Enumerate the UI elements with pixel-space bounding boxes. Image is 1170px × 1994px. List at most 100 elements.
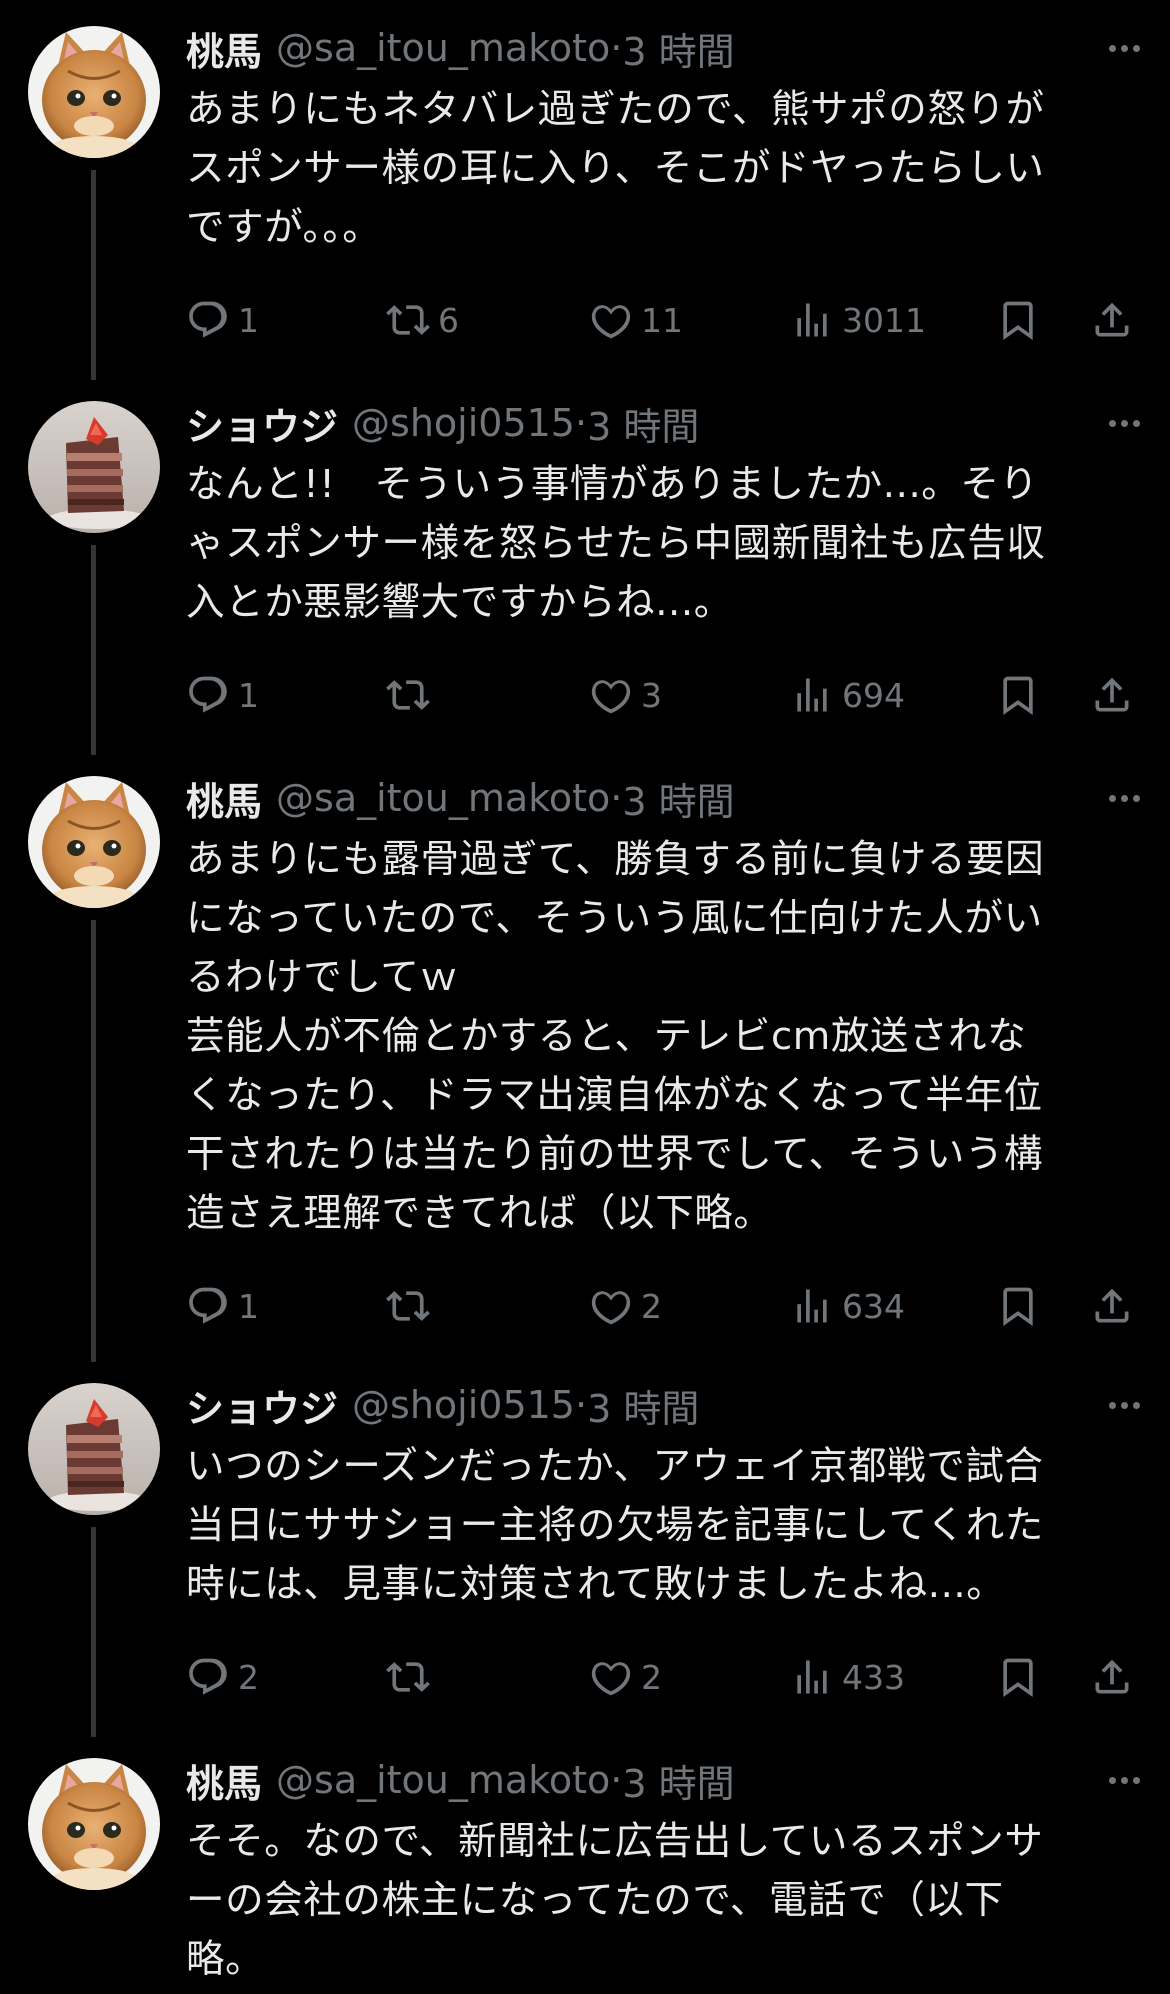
cake-avatar[interactable] [28, 401, 160, 533]
timestamp[interactable]: 3 時間 [587, 396, 699, 451]
display-name[interactable]: ショウジ [186, 1378, 338, 1433]
reply-icon [186, 1655, 230, 1699]
tweet[interactable]: 桃馬 @sa_itou_makoto · 3 時間 あまりにもネタバレ過ぎたので、熊サポ… [0, 20, 1170, 380]
reply-button[interactable]: 1 [186, 292, 259, 348]
thread-line [91, 545, 96, 755]
tweet-actions: 1 2 634 [186, 1278, 1129, 1334]
views-button[interactable]: 3011 [790, 292, 926, 348]
reply-icon [186, 1284, 230, 1328]
tweet[interactable]: 桃馬 @sa_itou_makoto · 3 時間 そそ。なので、新聞社に広告出している… [0, 1752, 1170, 1989]
like-count: 3 [641, 675, 662, 715]
tweet-text-line: 当日にササショー主将の欠場を記事にしてくれた [186, 1503, 1044, 1548]
tweet-text-line: 入とか悪影響大ですからね...。 [186, 580, 733, 625]
retweet-icon [386, 673, 430, 717]
timestamp[interactable]: 3 時間 [622, 21, 734, 76]
reply-count: 2 [238, 1657, 259, 1697]
display-name[interactable]: 桃馬 [186, 771, 262, 826]
tweet-text-line: ーの会社の株主になってたので、電話で（以下 [186, 1878, 1004, 1923]
separator-dot: · [610, 776, 623, 820]
tweet[interactable]: ショウジ @shoji0515 · 3 時間 いつのシーズンだったか、アウェイ京都戦で試… [0, 1377, 1170, 1737]
user-handle[interactable]: @shoji0515 [352, 401, 575, 445]
bookmark-button[interactable] [996, 1278, 1040, 1334]
like-button[interactable]: 3 [589, 667, 662, 723]
tweet-header: 桃馬 @sa_itou_makoto · 3 時間 [186, 1752, 735, 1808]
retweet-button[interactable]: 6 [386, 292, 459, 348]
timestamp[interactable]: 3 時間 [587, 1378, 699, 1433]
user-handle[interactable]: @shoji0515 [352, 1383, 575, 1427]
bookmark-button[interactable] [996, 1649, 1040, 1705]
tweet-text: なんと!! そういう事情がありましたか...。そり ゃスポンサー様を怒らせたら中國… [186, 455, 1126, 632]
timestamp[interactable]: 3 時間 [622, 771, 734, 826]
share-button[interactable] [1090, 292, 1134, 348]
user-handle[interactable]: @sa_itou_makoto [276, 26, 610, 70]
display-name[interactable]: ショウジ [186, 396, 338, 451]
bookmark-icon [996, 673, 1040, 717]
more-options-icon[interactable] [1104, 20, 1140, 76]
bookmark-button[interactable] [996, 292, 1040, 348]
share-icon [1090, 1655, 1134, 1699]
heart-icon [589, 1655, 633, 1699]
more-options-icon[interactable] [1104, 395, 1140, 451]
tweet-text-line: ゃスポンサー様を怒らせたら中國新聞社も広告収 [186, 521, 1046, 566]
separator-dot: · [574, 401, 588, 445]
like-button[interactable]: 2 [589, 1278, 662, 1334]
retweet-button[interactable] [386, 1278, 430, 1334]
views-count: 3011 [842, 300, 926, 340]
display-name[interactable]: 桃馬 [186, 1753, 262, 1808]
share-button[interactable] [1090, 667, 1134, 723]
tweet-text-line: なんと!! そういう事情がありましたか...。そり [186, 462, 1039, 507]
reply-icon [186, 298, 230, 342]
more-options-icon[interactable] [1104, 1377, 1140, 1433]
reply-button[interactable]: 1 [186, 1278, 259, 1334]
tweet-text-line: になっていたので、そういう風に仕向けた人がい [186, 896, 1043, 941]
display-name[interactable]: 桃馬 [186, 21, 262, 76]
share-button[interactable] [1090, 1278, 1134, 1334]
thread-line [91, 1527, 96, 1737]
more-options-icon[interactable] [1104, 770, 1140, 826]
thread-line [91, 920, 96, 1362]
share-button[interactable] [1090, 1649, 1134, 1705]
views-count: 694 [842, 675, 905, 715]
bookmark-button[interactable] [996, 667, 1040, 723]
retweet-icon [386, 1284, 430, 1328]
separator-dot: · [574, 1383, 588, 1427]
share-icon [1090, 673, 1134, 717]
tweet-text-line: いつのシーズンだったか、アウェイ京都戦で試合 [186, 1444, 1044, 1489]
tweet-header: ショウジ @shoji0515 · 3 時間 [186, 395, 699, 451]
cat-avatar[interactable] [28, 1758, 160, 1890]
bookmark-icon [996, 1655, 1040, 1699]
tweet[interactable]: 桃馬 @sa_itou_makoto · 3 時間 あまりにも露骨過ぎて、勝負する前に負… [0, 770, 1170, 1362]
share-icon [1090, 1284, 1134, 1328]
reply-button[interactable]: 2 [186, 1649, 259, 1705]
tweet-text: いつのシーズンだったか、アウェイ京都戦で試合 当日にササショー主将の欠場を記事にし… [186, 1437, 1126, 1614]
heart-icon [589, 298, 633, 342]
cat-avatar[interactable] [28, 776, 160, 908]
analytics-icon [790, 673, 834, 717]
tweet-text-line: あまりにもネタバレ過ぎたので、熊サポの怒りが [186, 87, 1045, 132]
views-button[interactable]: 634 [790, 1278, 905, 1334]
retweet-count: 6 [438, 300, 459, 340]
tweet-text: そそ。なので、新聞社に広告出しているスポンサ ーの会社の株主になってたので、電話で… [186, 1812, 1126, 1989]
more-options-icon[interactable] [1104, 1752, 1140, 1808]
tweet-header: 桃馬 @sa_itou_makoto · 3 時間 [186, 20, 735, 76]
tweet[interactable]: ショウジ @shoji0515 · 3 時間 なんと!! そういう事情がありましたか..… [0, 395, 1170, 755]
like-count: 2 [641, 1657, 662, 1697]
like-button[interactable]: 11 [589, 292, 683, 348]
like-count: 11 [641, 300, 683, 340]
tweet-text-line: 芸能人が不倫とかすると、テレビcm放送されな [186, 1014, 1027, 1059]
cat-avatar[interactable] [28, 26, 160, 158]
retweet-button[interactable] [386, 667, 430, 723]
user-handle[interactable]: @sa_itou_makoto [276, 776, 610, 820]
reply-button[interactable]: 1 [186, 667, 259, 723]
like-button[interactable]: 2 [589, 1649, 662, 1705]
tweet-header: 桃馬 @sa_itou_makoto · 3 時間 [186, 770, 735, 826]
views-button[interactable]: 694 [790, 667, 905, 723]
views-button[interactable]: 433 [790, 1649, 905, 1705]
cake-avatar[interactable] [28, 1383, 160, 1515]
bookmark-icon [996, 1284, 1040, 1328]
user-handle[interactable]: @sa_itou_makoto [276, 1758, 610, 1802]
reply-count: 1 [238, 675, 259, 715]
tweet-text-line: 時には、見事に対策されて敗けましたよね...。 [186, 1562, 1006, 1607]
timestamp[interactable]: 3 時間 [622, 1753, 734, 1808]
retweet-button[interactable] [386, 1649, 430, 1705]
